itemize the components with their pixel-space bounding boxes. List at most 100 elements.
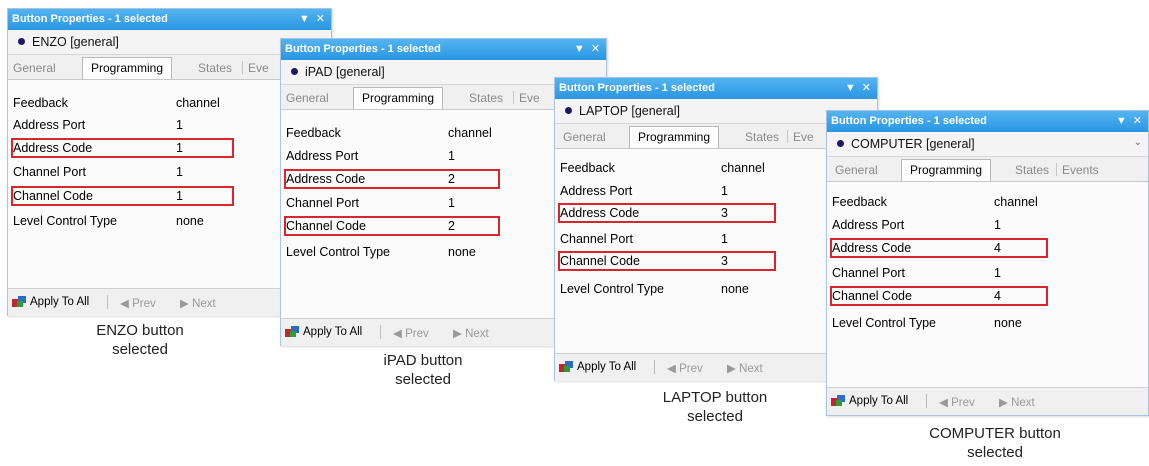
tab-states[interactable]: States: [1015, 163, 1049, 177]
next-arrow-icon: ▶: [999, 397, 1008, 409]
panel-titlebar[interactable]: Button Properties - 1 selected ▼ ✕: [555, 78, 877, 99]
property-value: 1: [176, 118, 183, 132]
panel-title: Button Properties - 1 selected: [559, 82, 715, 94]
prev-button[interactable]: ◀ Prev: [120, 296, 156, 310]
tab-events[interactable]: Events: [1062, 163, 1099, 177]
panel-title: Button Properties - 1 selected: [12, 13, 168, 25]
property-row-channel-code[interactable]: Channel Code 3: [558, 251, 776, 271]
property-key: Channel Code: [286, 219, 366, 233]
caption-line: selected: [967, 444, 1023, 461]
tab-programming[interactable]: Programming: [353, 87, 444, 109]
caption-line: iPAD button: [383, 352, 463, 369]
property-row-address-code[interactable]: Address Code 3: [558, 203, 776, 223]
apply-to-all-button[interactable]: Apply To All: [303, 326, 362, 338]
close-icon[interactable]: ✕: [316, 12, 325, 25]
apply-to-all-button[interactable]: Apply To All: [30, 296, 89, 308]
next-arrow-icon: ▶: [727, 363, 736, 375]
dropdown-arrow-icon[interactable]: ▼: [574, 43, 585, 55]
tab-general[interactable]: General: [13, 61, 56, 75]
property-key: Channel Code: [13, 189, 93, 203]
tab-general[interactable]: General: [286, 91, 329, 105]
close-icon[interactable]: ✕: [591, 42, 600, 55]
property-row-feedback[interactable]: Feedback channel: [827, 192, 1148, 212]
caption-line: LAPTOP button: [662, 389, 768, 406]
property-row-address-port[interactable]: Address Port 1: [827, 215, 1148, 235]
caption-line: selected: [112, 341, 168, 358]
panel-titlebar[interactable]: Button Properties - 1 selected ▼ ✕: [827, 111, 1148, 132]
next-label: Next: [1011, 397, 1035, 409]
property-key: Channel Code: [560, 254, 640, 268]
property-row-channel-code[interactable]: Channel Code 4: [830, 286, 1048, 306]
prev-label: Prev: [405, 328, 429, 340]
property-row-level-control-type[interactable]: Level Control Type none: [827, 313, 1148, 333]
chevron-down-icon[interactable]: ⌄: [1134, 137, 1142, 148]
next-arrow-icon: ▶: [180, 298, 189, 310]
property-value: 4: [994, 289, 1001, 303]
selected-object-label: COMPUTER [general]: [851, 137, 975, 151]
caption-line: selected: [687, 408, 743, 425]
tab-events[interactable]: Eve: [793, 130, 814, 144]
panel-titlebar[interactable]: Button Properties - 1 selected ▼ ✕: [281, 39, 606, 60]
tab-states[interactable]: States: [745, 130, 779, 144]
tab-separator: [1056, 163, 1057, 176]
dropdown-arrow-icon[interactable]: ▼: [299, 13, 310, 25]
prev-button[interactable]: ◀ Prev: [667, 361, 703, 375]
tab-programming[interactable]: Programming: [82, 57, 173, 79]
next-button[interactable]: ▶ Next: [453, 326, 489, 340]
apply-to-all-button[interactable]: Apply To All: [849, 395, 908, 407]
next-arrow-icon: ▶: [453, 328, 462, 340]
panel-title: Button Properties - 1 selected: [831, 115, 987, 127]
property-row-channel-code[interactable]: Channel Code 1: [11, 186, 234, 206]
prev-arrow-icon: ◀: [393, 328, 402, 340]
tab-events[interactable]: Eve: [248, 61, 269, 75]
tab-strip: General Programming States Events: [827, 157, 1148, 182]
apply-to-all-button[interactable]: Apply To All: [577, 361, 636, 373]
property-value: none: [721, 282, 749, 296]
tab-general[interactable]: General: [563, 130, 606, 144]
property-row-address-code[interactable]: Address Code 4: [830, 238, 1048, 258]
panel-title: Button Properties - 1 selected: [285, 43, 441, 55]
next-button[interactable]: ▶ Next: [180, 296, 216, 310]
prev-button[interactable]: ◀ Prev: [939, 395, 975, 409]
property-key: Feedback: [560, 161, 615, 175]
caption-line: COMPUTER button: [929, 425, 1061, 442]
tab-general[interactable]: General: [835, 163, 878, 177]
property-key: Channel Port: [286, 196, 359, 210]
property-key: Address Port: [832, 218, 905, 232]
selection-bar[interactable]: COMPUTER [general] ⌄: [827, 132, 1148, 157]
apply-to-all-icon: [831, 395, 845, 406]
property-row-channel-port[interactable]: Channel Port 1: [827, 263, 1148, 283]
caption-computer: COMPUTER button selected: [905, 424, 1085, 462]
selected-dot-icon: [837, 140, 844, 147]
property-value: channel: [176, 96, 220, 110]
next-button[interactable]: ▶ Next: [727, 361, 763, 375]
property-key: Address Port: [13, 118, 86, 132]
close-icon[interactable]: ✕: [862, 81, 871, 94]
panel-titlebar[interactable]: Button Properties - 1 selected ▼ ✕: [8, 9, 331, 30]
panel-footer: Apply To All ◀ Prev ▶ Next: [827, 387, 1148, 415]
property-row-address-code[interactable]: Address Code 1: [11, 138, 234, 158]
property-row-channel-code[interactable]: Channel Code 2: [284, 216, 500, 236]
close-icon[interactable]: ✕: [1133, 114, 1142, 127]
next-label: Next: [465, 328, 489, 340]
selected-object-label: ENZO [general]: [32, 35, 119, 49]
property-value: channel: [994, 195, 1038, 209]
property-key: Feedback: [13, 96, 68, 110]
tab-events[interactable]: Eve: [519, 91, 540, 105]
next-button[interactable]: ▶ Next: [999, 395, 1035, 409]
property-value: 1: [721, 184, 728, 198]
properties-panel-computer: Button Properties - 1 selected ▼ ✕ COMPUT…: [826, 110, 1149, 416]
dropdown-arrow-icon[interactable]: ▼: [845, 82, 856, 94]
footer-separator: [380, 325, 381, 339]
property-row-address-code[interactable]: Address Code 2: [284, 169, 500, 189]
selected-object-label: LAPTOP [general]: [579, 104, 680, 118]
prev-button[interactable]: ◀ Prev: [393, 326, 429, 340]
tab-states[interactable]: States: [198, 61, 232, 75]
dropdown-arrow-icon[interactable]: ▼: [1116, 115, 1127, 127]
property-key: Level Control Type: [832, 316, 936, 330]
tab-states[interactable]: States: [469, 91, 503, 105]
tab-programming[interactable]: Programming: [901, 159, 992, 181]
property-value: 2: [448, 219, 455, 233]
tab-programming[interactable]: Programming: [629, 126, 720, 148]
property-key: Address Port: [560, 184, 633, 198]
